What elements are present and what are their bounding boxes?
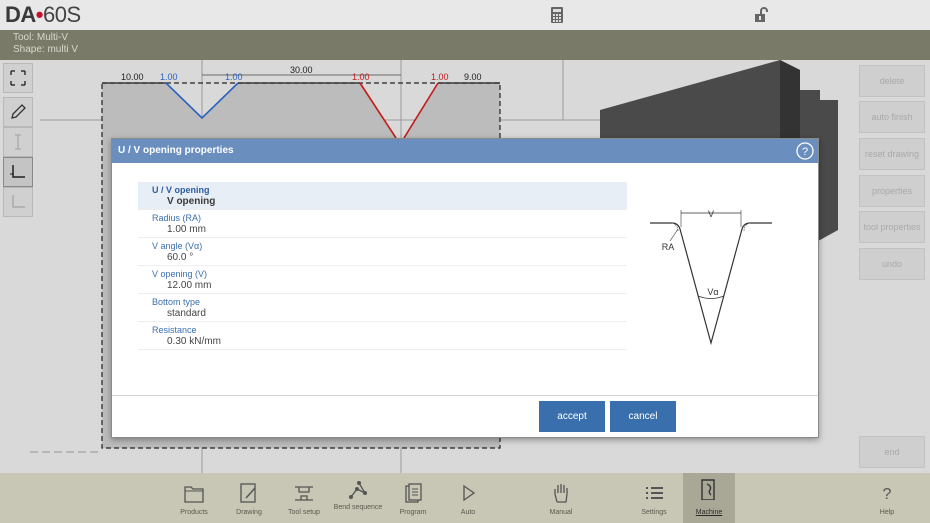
dimension-label: 30.00 — [290, 65, 313, 75]
nav-settings[interactable]: Settings — [629, 473, 679, 523]
corner-button[interactable] — [3, 157, 33, 187]
left-toolbar — [0, 60, 36, 473]
drawing-icon — [240, 483, 256, 503]
properties-button[interactable]: properties — [859, 175, 925, 207]
property-label: V opening (V) — [152, 269, 208, 279]
nav-label: Drawing — [236, 509, 262, 516]
info-bar: Tool: Multi-V Shape: multi V — [0, 30, 930, 60]
logo-dot: • — [35, 2, 44, 27]
nav-drawing[interactable]: Drawing — [224, 473, 274, 523]
dialog-title: U / V opening properties — [118, 145, 234, 156]
property-label: U / V opening — [152, 185, 210, 195]
svg-text:?: ? — [802, 146, 808, 158]
delete-button[interactable]: delete — [859, 65, 925, 97]
dialog-title-bar: U / V opening properties ? — [112, 139, 818, 163]
property-label: Radius (RA) — [152, 213, 202, 223]
property-value: 12.00 mm — [167, 280, 212, 291]
nav-machine[interactable]: Machine — [683, 473, 735, 523]
dimension-label: 1.00 — [225, 72, 243, 82]
folder-icon — [184, 486, 204, 503]
property-value: 60.0 ° — [167, 252, 194, 263]
machine-icon — [701, 479, 715, 500]
logo-brand: DA — [5, 2, 36, 27]
top-bar: DA•60S — [0, 0, 930, 30]
dialog-divider — [112, 395, 818, 396]
corner-alt-icon — [12, 195, 25, 208]
nav-label: Help — [879, 509, 895, 516]
dimension-label: 1.00 — [352, 72, 370, 82]
property-row[interactable]: V angle (Vα) 60.0 ° — [138, 238, 627, 266]
property-label: Bottom type — [152, 297, 201, 307]
properties-dialog: U / V opening properties ? U / V opening… — [111, 138, 819, 438]
property-value: 1.00 mm — [167, 224, 206, 235]
logo: DA•60S — [5, 2, 81, 28]
nav-label: Program — [399, 509, 427, 516]
shape-info: Shape: multi V — [13, 44, 79, 55]
cancel-button[interactable]: cancel — [610, 401, 676, 432]
select-area-icon — [10, 70, 26, 86]
v-label: V — [708, 209, 714, 219]
corner-alt-button[interactable] — [3, 187, 33, 217]
unlock-icon[interactable] — [752, 6, 770, 24]
property-row[interactable]: U / V opening V opening — [138, 182, 627, 210]
nav-label: Settings — [641, 509, 667, 516]
ra-label: RA — [662, 242, 675, 252]
pencil-icon — [11, 104, 26, 119]
nav-label: Auto — [460, 509, 476, 516]
tool-setup-icon — [295, 486, 313, 501]
nav-manual[interactable]: Manual — [536, 473, 586, 523]
property-row[interactable]: Resistance 0.30 kN/mm — [138, 322, 627, 350]
reset-drawing-button[interactable]: reset drawing — [859, 138, 925, 170]
dimension-label: 9.00 — [464, 72, 482, 82]
nav-label: Tool setup — [288, 509, 320, 516]
accept-button[interactable]: accept — [539, 401, 605, 432]
valpha-label: Vα — [707, 287, 718, 297]
property-value: standard — [167, 308, 206, 319]
nav-label: Manual — [549, 509, 573, 516]
pencil-button[interactable] — [3, 97, 33, 127]
corner-icon — [10, 165, 25, 178]
help-icon[interactable]: ? — [796, 142, 814, 160]
property-value: 0.30 kN/mm — [167, 336, 221, 347]
dimension-label: 1.00 — [431, 72, 449, 82]
bottom-nav: Products Drawing Tool setup Bend sequenc… — [0, 473, 930, 523]
settings-list-icon — [646, 487, 663, 499]
nav-program[interactable]: Program — [388, 473, 438, 523]
tool-info: Tool: Multi-V — [13, 32, 69, 43]
dimension-button[interactable] — [3, 127, 33, 157]
nav-tool-setup[interactable]: Tool setup — [278, 473, 330, 523]
nav-products[interactable]: Products — [169, 473, 219, 523]
auto-finish-button[interactable]: auto finish — [859, 101, 925, 133]
program-icon — [405, 483, 422, 503]
undo-button[interactable]: undo — [859, 248, 925, 280]
v-opening-diagram: V RA Vα — [650, 209, 772, 346]
property-row[interactable]: Bottom type standard — [138, 294, 627, 322]
dimension-label: 10.00 — [121, 72, 144, 82]
calculator-icon[interactable] — [548, 6, 566, 24]
nav-label: Machine — [695, 509, 723, 516]
bend-sequence-icon — [349, 481, 367, 499]
property-row[interactable]: Radius (RA) 1.00 mm — [138, 210, 627, 238]
end-button[interactable]: end — [859, 436, 925, 468]
hand-icon — [554, 484, 568, 503]
property-value: V opening — [167, 196, 216, 207]
play-icon — [463, 484, 476, 502]
svg-text:?: ? — [883, 486, 892, 503]
nav-bend-sequence[interactable]: Bend sequence — [333, 473, 383, 523]
dimension-icon — [15, 134, 21, 150]
property-row[interactable]: V opening (V) 12.00 mm — [138, 266, 627, 294]
logo-model: 60S — [42, 2, 81, 27]
nav-label: Bend sequence — [333, 504, 383, 511]
select-area-button[interactable] — [3, 63, 33, 93]
property-list: U / V opening V opening Radius (RA) 1.00… — [138, 182, 627, 350]
nav-help[interactable]: ? Help — [862, 473, 912, 523]
property-label: V angle (Vα) — [152, 241, 203, 251]
property-label: Resistance — [152, 325, 197, 335]
tool-properties-button[interactable]: tool properties — [859, 211, 925, 243]
dimension-label: 1.00 — [160, 72, 178, 82]
help-question-icon: ? — [883, 486, 892, 503]
nav-label: Products — [180, 509, 208, 516]
nav-auto[interactable]: Auto — [443, 473, 493, 523]
